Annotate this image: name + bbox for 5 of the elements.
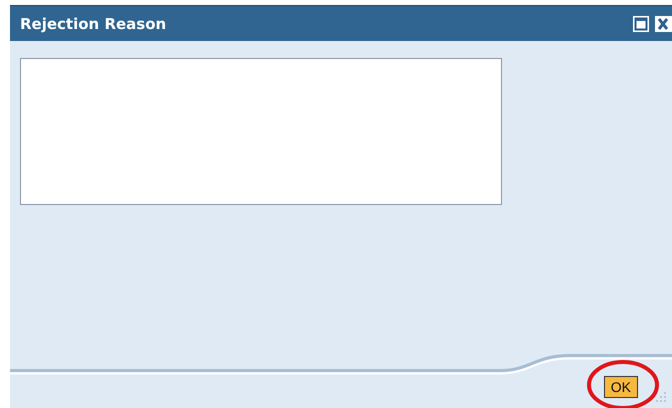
close-icon[interactable] bbox=[654, 14, 672, 32]
ok-button[interactable]: OK bbox=[604, 376, 638, 398]
resize-grip-icon[interactable] bbox=[654, 390, 668, 404]
window-title: Rejection Reason bbox=[20, 14, 166, 32]
maximize-icon[interactable] bbox=[632, 14, 650, 32]
